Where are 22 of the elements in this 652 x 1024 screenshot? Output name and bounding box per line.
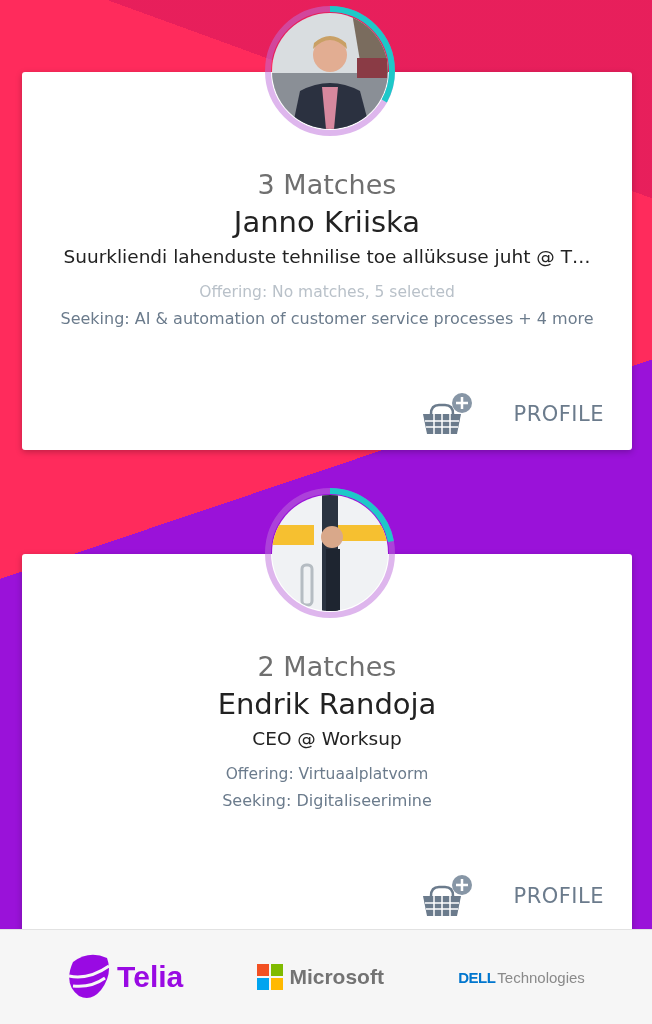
add-to-basket-button[interactable]: [421, 392, 474, 436]
job-title: CEO @ Worksup: [252, 727, 402, 751]
dell-logo-text: DELL: [458, 968, 496, 986]
person-name: Endrik Randoja: [217, 686, 437, 723]
add-to-basket-button[interactable]: [421, 874, 474, 918]
telia-logo-icon: [67, 954, 112, 1000]
microsoft-logo-icon: [257, 964, 284, 990]
profile-button[interactable]: PROFILE: [513, 884, 604, 908]
offering-text: Offering: Virtuaalplatvorm: [225, 764, 429, 785]
person-name: Janno Kriiska: [233, 204, 421, 241]
telia-logo-text: Telia: [117, 960, 184, 994]
seeking-text: Seeking: AI & automation of customer service processes + 4 more: [60, 308, 594, 330]
technologies-text: Technologies: [497, 968, 585, 986]
match-count: 3 Matches: [257, 168, 397, 202]
profile-button[interactable]: PROFILE: [513, 402, 604, 426]
offering-text: Offering: No matches, 5 selected: [199, 282, 455, 303]
seeking-text: Seeking: Digitaliseerimine: [222, 790, 432, 812]
job-title: Suurkliendi lahenduste tehnilise toe allüksuse juht @ T…: [63, 245, 591, 269]
basket-plus-icon: [421, 874, 474, 918]
microsoft-logo-text: Microsoft: [289, 965, 384, 989]
basket-plus-icon: [421, 392, 474, 436]
match-count: 2 Matches: [257, 650, 397, 684]
